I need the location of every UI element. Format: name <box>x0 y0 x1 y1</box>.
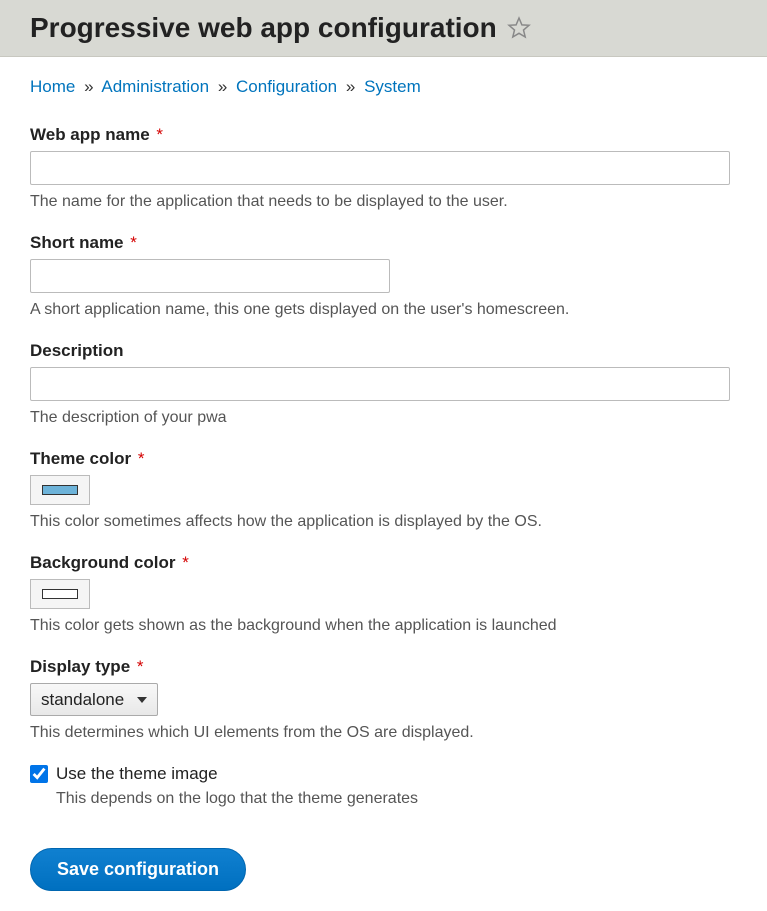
web-app-name-label-text: Web app name <box>30 125 150 144</box>
required-marker: * <box>138 449 145 468</box>
breadcrumb-configuration[interactable]: Configuration <box>236 77 337 96</box>
breadcrumb-system[interactable]: System <box>364 77 421 96</box>
background-color-label: Background color * <box>30 553 737 573</box>
short-name-label: Short name * <box>30 233 737 253</box>
background-color-swatch <box>42 589 78 599</box>
web-app-name-description: The name for the application that needs … <box>30 193 737 211</box>
theme-color-description: This color sometimes affects how the app… <box>30 513 737 531</box>
field-web-app-name: Web app name * The name for the applicat… <box>30 125 737 211</box>
field-display-type: Display type * standalone This determine… <box>30 657 737 742</box>
use-theme-image-checkbox[interactable] <box>30 765 48 783</box>
short-name-input[interactable] <box>30 259 390 293</box>
use-theme-image-row: Use the theme image <box>30 764 737 784</box>
required-marker: * <box>156 125 163 144</box>
background-color-description: This color gets shown as the background … <box>30 617 737 635</box>
theme-color-input[interactable] <box>30 475 90 505</box>
required-marker: * <box>130 233 137 252</box>
web-app-name-input[interactable] <box>30 151 730 185</box>
page-title: Progressive web app configuration <box>30 12 737 44</box>
breadcrumb: Home » Administration » Configuration » … <box>30 77 737 97</box>
field-description: Description The description of your pwa <box>30 341 737 427</box>
breadcrumb-separator: » <box>218 77 227 96</box>
theme-color-swatch <box>42 485 78 495</box>
field-use-theme-image: Use the theme image This depends on the … <box>30 764 737 808</box>
field-theme-color: Theme color * This color sometimes affec… <box>30 449 737 531</box>
breadcrumb-administration[interactable]: Administration <box>101 77 209 96</box>
description-input[interactable] <box>30 367 730 401</box>
use-theme-image-label[interactable]: Use the theme image <box>56 764 218 784</box>
breadcrumb-separator: » <box>84 77 93 96</box>
short-name-label-text: Short name <box>30 233 124 252</box>
web-app-name-label: Web app name * <box>30 125 737 145</box>
theme-color-label-text: Theme color <box>30 449 131 468</box>
theme-color-label: Theme color * <box>30 449 737 469</box>
description-description: The description of your pwa <box>30 409 737 427</box>
header-bar: Progressive web app configuration <box>0 0 767 57</box>
breadcrumb-home[interactable]: Home <box>30 77 75 96</box>
display-type-label: Display type * <box>30 657 737 677</box>
display-type-description: This determines which UI elements from t… <box>30 724 737 742</box>
background-color-input[interactable] <box>30 579 90 609</box>
field-background-color: Background color * This color gets shown… <box>30 553 737 635</box>
save-configuration-button[interactable]: Save configuration <box>30 848 246 891</box>
star-icon[interactable] <box>507 16 531 40</box>
page-title-text: Progressive web app configuration <box>30 12 497 44</box>
field-short-name: Short name * A short application name, t… <box>30 233 737 319</box>
display-type-select-wrap: standalone <box>30 683 158 716</box>
use-theme-image-description: This depends on the logo that the theme … <box>56 790 737 808</box>
content-region: Home » Administration » Configuration » … <box>0 57 767 911</box>
required-marker: * <box>137 657 144 676</box>
display-type-label-text: Display type <box>30 657 130 676</box>
description-label: Description <box>30 341 737 361</box>
display-type-select[interactable]: standalone <box>31 684 157 715</box>
required-marker: * <box>182 553 189 572</box>
background-color-label-text: Background color <box>30 553 175 572</box>
breadcrumb-separator: » <box>346 77 355 96</box>
short-name-description: A short application name, this one gets … <box>30 301 737 319</box>
